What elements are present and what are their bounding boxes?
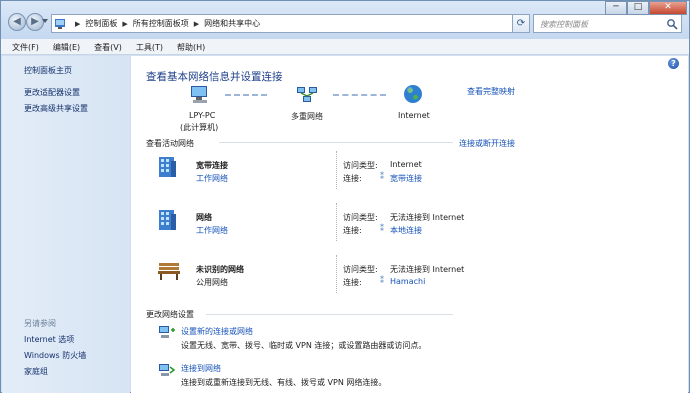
task-setup-connection-link[interactable]: 设置新的连接或网络 [181,326,253,337]
network-name: 宽带连接 [196,161,228,170]
network-link-line [333,94,386,96]
access-type-value: Internet [390,160,422,169]
search-input[interactable]: 搜索控制面板 [533,14,682,33]
main-content: ? 查看基本网络信息并设置连接 LPY-PC (此计算机) 多重网络 Inter… [131,56,688,393]
change-settings-title: 更改网络设置 [146,310,194,319]
search-placeholder: 搜索控制面板 [540,20,588,29]
network-name: 未识别的网络 [196,265,244,274]
sidebar-link-homegroup[interactable]: 家庭组 [24,366,48,377]
access-type-label: 访问类型: [343,161,378,170]
chevron-right-icon[interactable]: ▶ [75,20,80,28]
help-icon[interactable]: ? [668,58,679,69]
adapter-icon: ⁑ [380,172,384,181]
refresh-icon: ⟳ [516,18,526,29]
divider [336,203,337,241]
internet-label: Internet [398,111,430,120]
pc-subtitle: (此计算机) [180,123,219,132]
back-button[interactable]: ◀ [8,13,26,31]
park-bench-icon [158,263,180,280]
connection-link[interactable]: 宽带连接 [390,173,422,184]
breadcrumb-item[interactable]: 控制面板 [85,18,117,29]
task-setup-connection-desc: 设置无线、宽带、拨号、临时或 VPN 连接；或设置路由器或访问点。 [181,341,427,350]
full-map-link[interactable]: 查看完整映射 [467,86,515,97]
breadcrumb-item[interactable]: 网络和共享中心 [204,18,260,29]
control-panel-icon [55,19,65,29]
menu-view[interactable]: 查看(V) [87,39,129,54]
menu-tools[interactable]: 工具(T) [129,39,170,54]
active-networks-title: 查看活动网络 [146,139,194,148]
connection-label: 连接: [343,278,362,287]
multiple-networks-label: 多重网络 [291,112,323,121]
search-icon[interactable] [666,18,678,30]
pc-name: LPY-PC [189,111,216,120]
connect-network-icon [159,364,176,376]
connection-link[interactable]: Hamachi [390,277,425,286]
connection-label: 连接: [343,174,362,183]
access-type-value: 无法连接到 Internet [390,213,465,222]
sidebar-link-adapter-settings[interactable]: 更改适配器设置 [24,87,80,98]
minimize-button[interactable]: ─ [605,1,627,15]
task-connect-network-desc: 连接到或重新连接到无线、有线、拨号或 VPN 网络连接。 [181,378,387,387]
menu-help[interactable]: 帮助(H) [170,39,212,54]
recent-pages-dropdown[interactable] [42,19,48,23]
task-connect-network-link[interactable]: 连接到网络 [181,363,221,374]
refresh-button[interactable]: ⟳ [512,14,530,33]
computer-icon [191,86,207,103]
building-network-icon [159,157,176,177]
menu-file[interactable]: 文件(F) [5,39,46,54]
building-network-icon [159,210,176,230]
access-type-label: 访问类型: [343,265,378,274]
title-bar: ◀ ▶ ▶控制面板▶所有控制面板项▶网络和共享中心 ▼ ⟳ 搜索控制面板 ─ □ [1,1,689,39]
sidebar: 控制面板主页 更改适配器设置 更改高级共享设置 另请参阅 Internet 选项… [2,56,130,393]
access-type-label: 访问类型: [343,213,378,222]
network-type-link[interactable]: 工作网络 [196,225,228,236]
new-connection-icon [159,326,175,338]
globe-icon [404,85,422,103]
chevron-right-icon[interactable]: ▶ [122,20,127,28]
network-type-link[interactable]: 工作网络 [196,173,228,184]
see-also-title: 另请参阅 [24,319,56,328]
sidebar-link-control-panel-home[interactable]: 控制面板主页 [24,65,72,76]
network-name: 网络 [196,213,212,222]
caption-buttons: ─ □ ✕ [605,1,687,15]
divider [219,142,453,143]
chevron-right-icon[interactable]: ▶ [194,20,199,28]
network-type: 公用网络 [196,278,228,287]
breadcrumb-item[interactable]: 所有控制面板项 [133,18,189,29]
page-title: 查看基本网络信息并设置连接 [146,71,283,83]
address-bar[interactable]: ▶控制面板▶所有控制面板项▶网络和共享中心 ▼ [51,14,529,33]
menu-bar: 文件(F) 编辑(E) 查看(V) 工具(T) 帮助(H) [1,39,689,55]
sidebar-link-internet-options[interactable]: Internet 选项 [24,334,74,345]
adapter-icon: ⁑ [380,224,384,233]
divider [206,314,453,315]
access-type-value: 无法连接到 Internet [390,265,465,274]
multiple-networks-icon [297,87,317,102]
sidebar-link-firewall[interactable]: Windows 防火墙 [24,350,86,361]
sidebar-link-advanced-sharing[interactable]: 更改高级共享设置 [24,103,88,114]
divider [336,255,337,293]
divider [336,151,337,189]
connection-label: 连接: [343,226,362,235]
window: ◀ ▶ ▶控制面板▶所有控制面板项▶网络和共享中心 ▼ ⟳ 搜索控制面板 ─ □ [0,0,690,393]
menu-edit[interactable]: 编辑(E) [46,39,87,54]
network-link-line [225,94,267,96]
close-button[interactable]: ✕ [649,1,687,15]
maximize-button[interactable]: □ [627,1,649,15]
breadcrumb: ▶ 控制面板 ▶ 所有控制面板项 ▶ 网络和共享中心 [70,18,260,29]
adapter-icon: ⁑ [380,276,384,285]
connect-disconnect-link[interactable]: 连接或断开连接 [459,138,515,149]
connection-link[interactable]: 本地连接 [390,225,422,236]
